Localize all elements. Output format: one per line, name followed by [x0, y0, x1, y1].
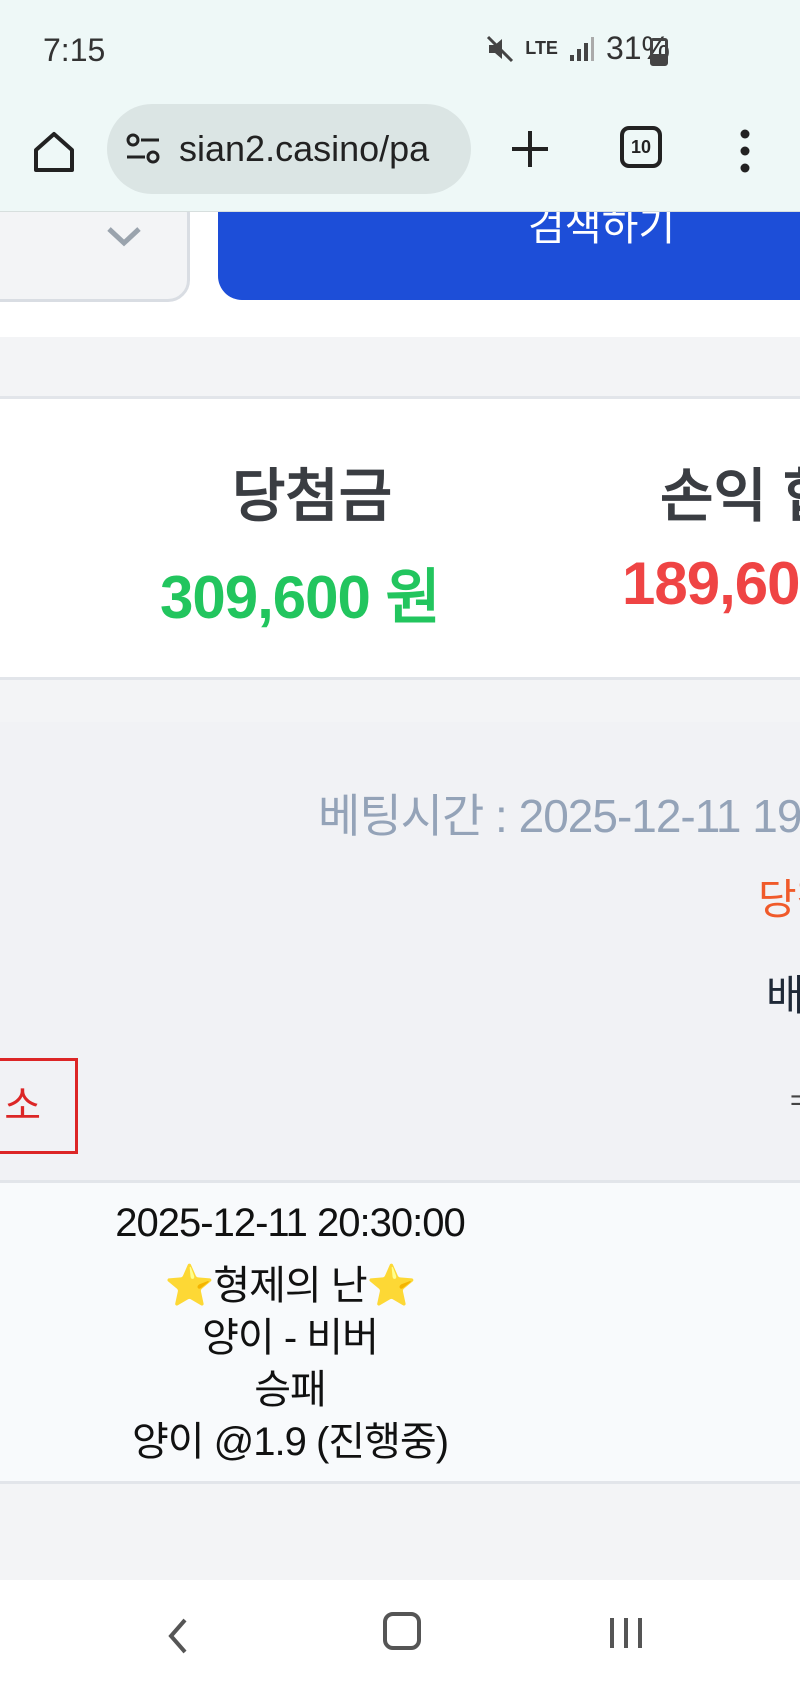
bet-card: 베팅시간 : 2025-12-11 19 당첨 배 = 취소 2025-12-1…: [0, 722, 800, 1484]
bet-market: 승패: [254, 1368, 327, 1412]
home-nav-icon[interactable]: [383, 1612, 421, 1650]
bet-amount-label: 배: [766, 972, 800, 1019]
cancel-button[interactable]: 취소: [0, 1058, 78, 1154]
tab-switcher-button[interactable]: 10: [620, 126, 662, 168]
status-icons: LTE 31%: [485, 30, 670, 67]
signal-icon: [569, 36, 594, 61]
winnings-label: 당첨금: [232, 464, 393, 529]
chevron-down-icon: [107, 227, 141, 247]
winnings-value: 309,600 원: [160, 564, 441, 631]
clock: 7:15: [43, 32, 106, 68]
bet-detail: 2025-12-11 20:30:00 ⭐형제의 난⭐ 양이 - 비버 승패 양…: [0, 1180, 800, 1484]
league-name: ⭐형제의 난⭐: [164, 1264, 417, 1308]
bet-time: 베팅시간 : 2025-12-11 19: [318, 790, 800, 842]
page-content: 검색하기 당첨금 309,600 원 손익 합 189,60 베팅시간 : 20…: [0, 212, 800, 1580]
browser-toolbar: sian2.casino/pa 10: [0, 104, 800, 212]
filter-select[interactable]: [0, 212, 190, 302]
bet-status: 당첨: [758, 876, 800, 923]
network-label: LTE: [525, 38, 558, 58]
system-nav-bar: [0, 1580, 800, 1689]
summary-panel: 당첨금 309,600 원 손익 합 189,60: [0, 396, 800, 680]
search-row: 검색하기: [0, 212, 800, 337]
new-tab-icon[interactable]: [505, 124, 555, 174]
battery-icon: [650, 38, 668, 66]
profit-label: 손익 합: [660, 464, 800, 529]
site-settings-icon[interactable]: [125, 132, 161, 166]
bet-pick: 양이 @1.9 (진행중): [131, 1420, 449, 1464]
url-text[interactable]: sian2.casino/pa: [179, 128, 461, 170]
status-bar: 7:15 LTE 31%: [0, 0, 800, 104]
bet-small-text: =: [790, 1084, 800, 1117]
match-teams: 양이 - 비버: [202, 1316, 379, 1360]
search-button[interactable]: 검색하기: [218, 212, 800, 300]
match-datetime: 2025-12-11 20:30:00: [115, 1201, 465, 1245]
profit-value: 189,60: [622, 550, 800, 617]
more-menu-icon[interactable]: [735, 128, 755, 174]
search-button-label: 검색하기: [528, 212, 676, 249]
home-icon[interactable]: [28, 126, 80, 178]
back-icon[interactable]: [163, 1616, 193, 1656]
url-bar[interactable]: sian2.casino/pa: [107, 104, 471, 194]
recent-apps-icon[interactable]: [608, 1616, 644, 1650]
mute-icon: [487, 35, 514, 62]
